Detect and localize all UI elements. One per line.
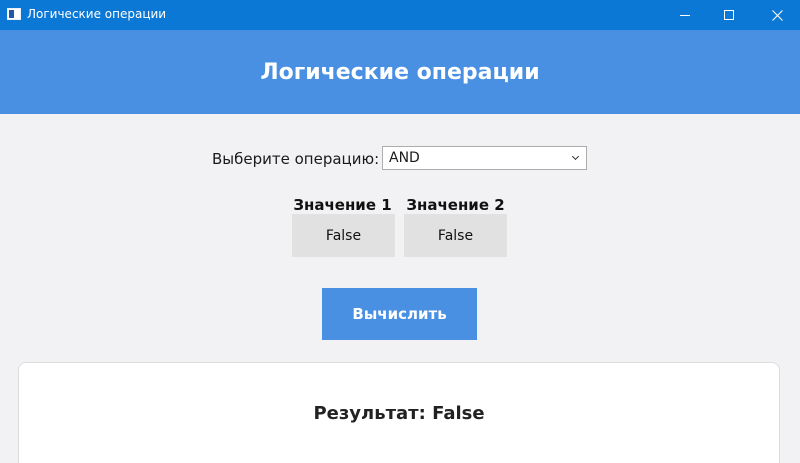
- value-1-toggle[interactable]: False: [292, 214, 395, 257]
- close-button[interactable]: [754, 0, 800, 30]
- chevron-down-icon: [571, 152, 580, 161]
- window-titlebar: Логические операции: [0, 0, 800, 30]
- value-2-label: Значение 2: [406, 196, 505, 214]
- result-panel: Результат: False: [18, 362, 780, 463]
- minimize-icon: [680, 14, 690, 16]
- app-icon: [7, 8, 21, 20]
- window-title: Логические операции: [27, 7, 167, 21]
- operation-select[interactable]: AND: [382, 146, 587, 170]
- maximize-button[interactable]: [706, 0, 752, 30]
- page-header: Логические операции: [0, 30, 800, 114]
- close-icon: [771, 9, 783, 21]
- value-2-toggle[interactable]: False: [404, 214, 507, 257]
- maximize-icon: [724, 10, 734, 20]
- page-title: Логические операции: [260, 59, 540, 85]
- minimize-button[interactable]: [662, 0, 708, 30]
- compute-button[interactable]: Вычислить: [322, 288, 477, 340]
- operation-label: Выберите операцию:: [212, 150, 380, 168]
- operation-selected-value: AND: [389, 150, 420, 166]
- result-text: Результат: False: [313, 403, 485, 424]
- value-1-label: Значение 1: [293, 196, 392, 214]
